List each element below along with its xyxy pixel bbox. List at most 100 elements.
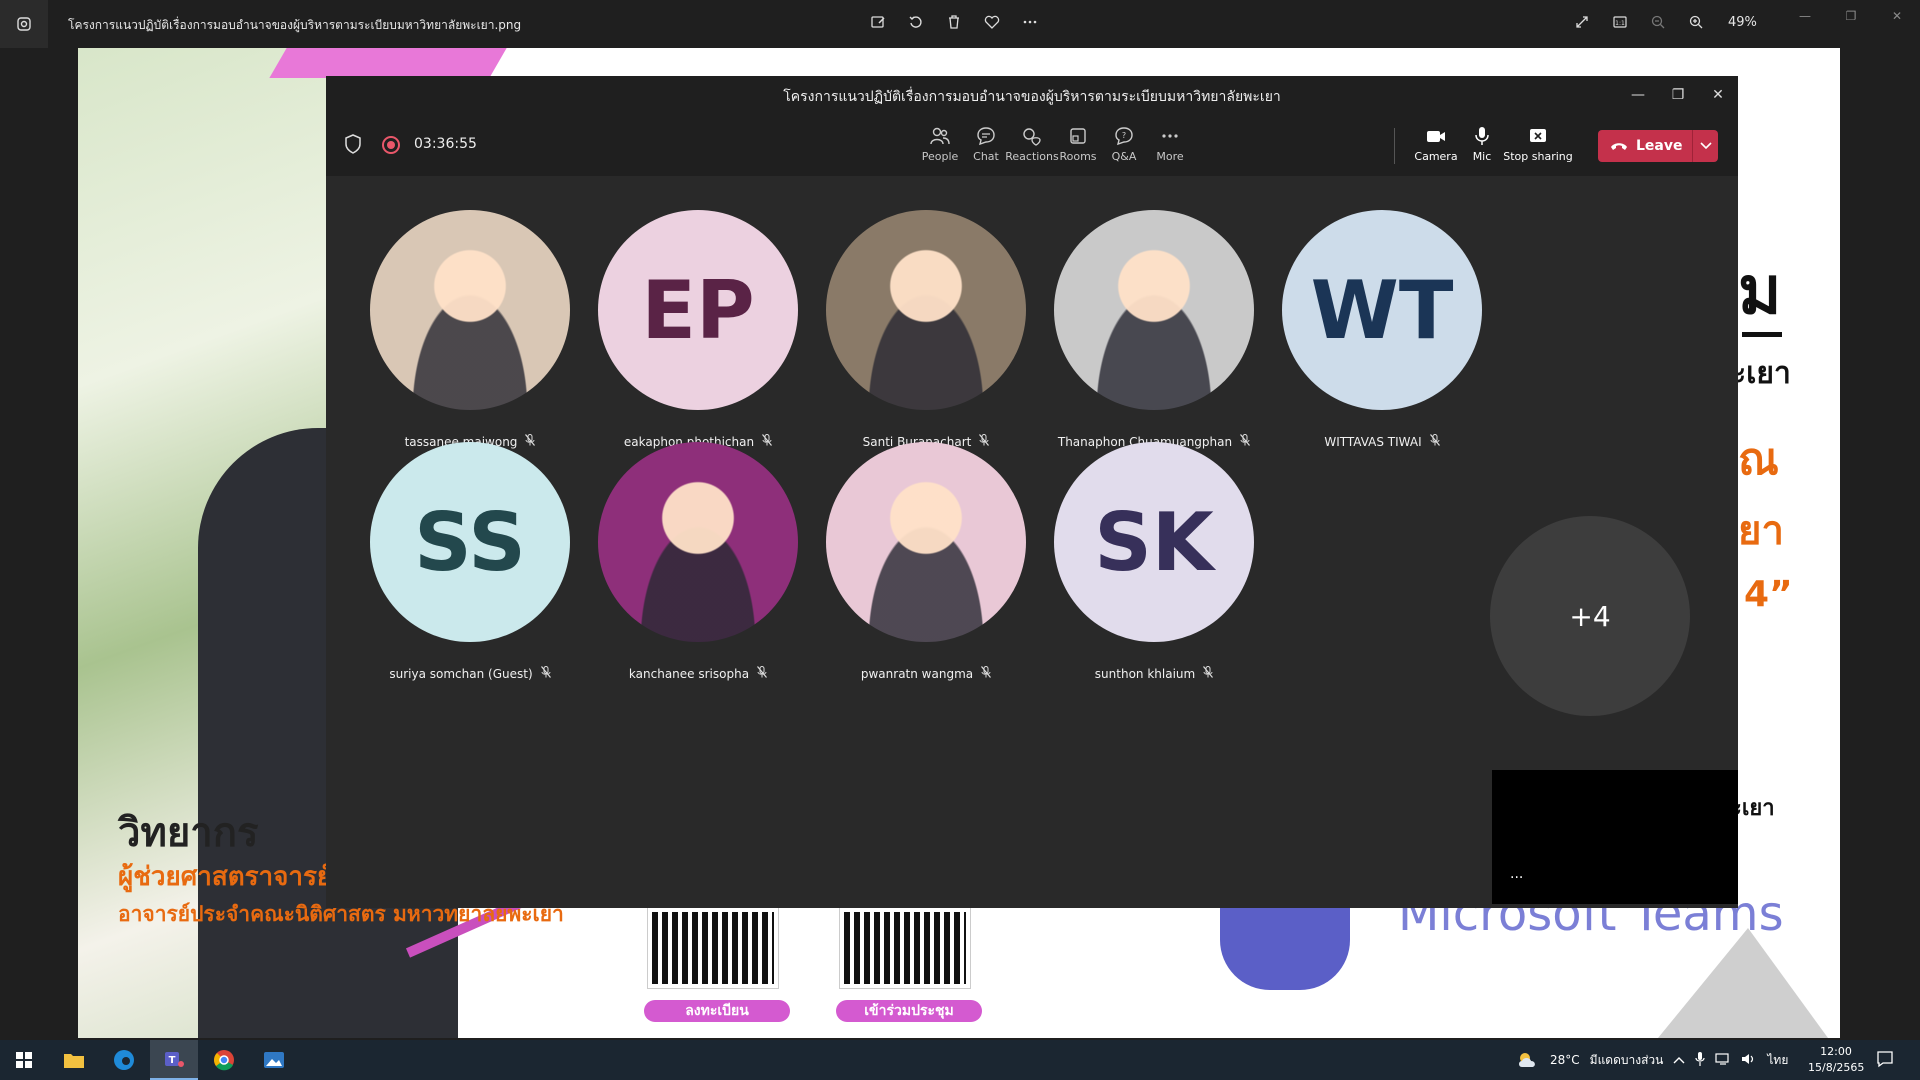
participant-tile[interactable]: SK sunthon khlaium xyxy=(1024,442,1284,681)
network-icon[interactable] xyxy=(1715,1052,1731,1069)
poster-right-text: ะเยา xyxy=(1730,356,1791,391)
svg-text:?: ? xyxy=(1122,131,1126,140)
minimize-icon[interactable]: — xyxy=(1618,76,1658,114)
maximize-icon[interactable]: ❐ xyxy=(1828,0,1874,32)
participant-avatar-photo xyxy=(826,210,1026,410)
file-explorer-icon[interactable] xyxy=(50,1040,98,1080)
mic-muted-icon xyxy=(1429,434,1440,449)
teams-meeting-window: โครงการแนวปฏิบัติเรื่องการมอบอำนาจของผู้… xyxy=(326,76,1738,908)
self-video-preview: ... xyxy=(1492,770,1738,904)
input-language[interactable]: ไทย xyxy=(1767,1051,1788,1070)
stop-sharing-button[interactable]: Stop sharing xyxy=(1502,126,1574,163)
taskbar-clock[interactable]: 12:00 15/8/2565 xyxy=(1808,1044,1864,1076)
clock-time: 12:00 xyxy=(1820,1045,1852,1058)
participant-avatar-photo xyxy=(370,210,570,410)
photos-taskbar-icon[interactable] xyxy=(250,1040,298,1080)
participant-name: kanchanee srisopha xyxy=(628,666,750,681)
poster-underline xyxy=(1742,332,1782,337)
chevron-down-icon[interactable] xyxy=(1692,130,1718,162)
participant-name-row: sunthon khlaium xyxy=(1024,666,1284,681)
minimize-icon[interactable]: — xyxy=(1782,0,1828,32)
shield-icon[interactable] xyxy=(344,134,362,158)
people-icon xyxy=(930,127,950,145)
fullscreen-icon[interactable] xyxy=(1572,12,1592,32)
poster-decoration xyxy=(269,48,507,78)
participant-avatar-photo xyxy=(598,442,798,642)
photos-app-icon xyxy=(0,0,48,48)
participant-avatar-initials: EP xyxy=(598,210,798,410)
stop-sharing-icon xyxy=(1530,129,1546,142)
weather-description[interactable]: มีแดดบางส่วน xyxy=(1590,1051,1664,1070)
edge-browser-icon[interactable] xyxy=(100,1040,148,1080)
microphone-tray-icon[interactable] xyxy=(1695,1051,1705,1070)
more-participants-button[interactable]: +4 xyxy=(1490,516,1690,716)
more-options-icon[interactable] xyxy=(1020,12,1040,32)
participant-avatar-photo xyxy=(826,442,1026,642)
close-icon[interactable]: ✕ xyxy=(1698,76,1738,114)
image-filename: โครงการแนวปฏิบัติเรื่องการมอบอำนาจของผู้… xyxy=(68,18,522,32)
mic-muted-icon xyxy=(981,666,992,681)
participant-tile[interactable]: Thanaphon Chuamuangphan xyxy=(1024,210,1284,449)
participant-avatar-initials: SK xyxy=(1054,442,1254,642)
clock-date: 15/8/2565 xyxy=(1808,1061,1865,1074)
reactions-icon xyxy=(1023,128,1041,146)
join-qr-code xyxy=(839,907,971,989)
edit-image-icon[interactable] xyxy=(868,12,888,32)
participant-name-row: WITTAVAS TIWAI xyxy=(1252,434,1512,449)
photo-viewer-titlebar: โครงการแนวปฏิบัติเรื่องการมอบอำนาจของผู้… xyxy=(0,0,1920,48)
more-button[interactable]: More xyxy=(1142,126,1198,163)
participant-tile[interactable]: EPeakaphon phothichan xyxy=(568,210,828,449)
participant-name-row: kanchanee srisopha xyxy=(568,666,828,681)
chrome-browser-icon[interactable] xyxy=(200,1040,248,1080)
participant-avatar-photo xyxy=(1054,210,1254,410)
chevron-up-icon[interactable] xyxy=(1673,1053,1685,1067)
recording-icon xyxy=(382,136,400,154)
participant-tile[interactable]: kanchanee srisopha xyxy=(568,442,828,681)
speaker-volume-icon[interactable] xyxy=(1741,1052,1757,1069)
meeting-title: โครงการแนวปฏิบัติเรื่องการมอบอำนาจของผู้… xyxy=(783,89,1281,105)
rooms-icon xyxy=(1070,128,1086,144)
start-button[interactable] xyxy=(0,1040,48,1080)
qa-icon: ? xyxy=(1115,127,1133,146)
rotate-icon[interactable] xyxy=(906,12,926,32)
toolbar-divider xyxy=(1394,128,1395,164)
participant-name: sunthon khlaium xyxy=(1094,666,1196,681)
close-icon[interactable]: ✕ xyxy=(1874,0,1920,32)
participant-name-row: pwanratn wangma xyxy=(796,666,1056,681)
participant-tile[interactable]: pwanratn wangma xyxy=(796,442,1056,681)
speaker-rank: ผู้ช่วยศาสตราจารย์ xyxy=(118,862,333,892)
zoom-out-icon[interactable] xyxy=(1648,12,1668,32)
maximize-icon[interactable]: ❐ xyxy=(1658,76,1698,114)
participant-name: suriya somchan (Guest) xyxy=(389,666,533,681)
participant-tile[interactable]: WT WITTAVAS TIWAI xyxy=(1252,210,1512,449)
leave-main[interactable]: Leave xyxy=(1598,130,1692,162)
mic-muted-icon xyxy=(540,666,551,681)
join-meeting-label: เข้าร่วมประชุม xyxy=(836,1000,982,1022)
mic-icon xyxy=(1475,127,1489,145)
notifications-icon[interactable] xyxy=(1876,1050,1894,1072)
participant-name: pwanratn wangma xyxy=(860,666,974,681)
speaker-heading: วิทยากร xyxy=(118,810,259,856)
meeting-timer: 03:36:55 xyxy=(414,136,477,152)
poster-right-text: 4” xyxy=(1744,574,1793,615)
poster-right-text: ณ xyxy=(1738,434,1779,485)
favorite-heart-icon[interactable] xyxy=(982,12,1002,32)
participant-name-row: suriya somchan (Guest) xyxy=(340,666,600,681)
teams-titlebar: โครงการแนวปฏิบัติเรื่องการมอบอำนาจของผู้… xyxy=(326,76,1738,114)
participant-name: WITTAVAS TIWAI xyxy=(1324,434,1422,449)
delete-icon[interactable] xyxy=(944,12,964,32)
self-view-more-icon[interactable]: ... xyxy=(1510,866,1523,882)
leave-button[interactable]: Leave xyxy=(1598,130,1718,162)
actual-size-icon[interactable]: 1:1 xyxy=(1610,12,1630,32)
participant-tile[interactable]: Santi Buranachart xyxy=(796,210,1056,449)
register-label: ลงทะเบียน xyxy=(644,1000,790,1022)
participant-avatar-initials: SS xyxy=(370,442,570,642)
participant-tile[interactable]: SS suriya somchan (Guest) xyxy=(340,442,600,681)
weather-temp[interactable]: 28°C xyxy=(1550,1053,1580,1067)
participant-tile[interactable]: tassanee maiwong xyxy=(340,210,600,449)
register-qr-code xyxy=(647,907,779,989)
zoom-in-icon[interactable] xyxy=(1686,12,1706,32)
system-tray: 28°C มีแดดบางส่วน ไทย xyxy=(1516,1040,1788,1080)
teams-taskbar-icon[interactable]: T xyxy=(150,1040,198,1080)
poster-right-text: ยา xyxy=(1738,508,1784,554)
